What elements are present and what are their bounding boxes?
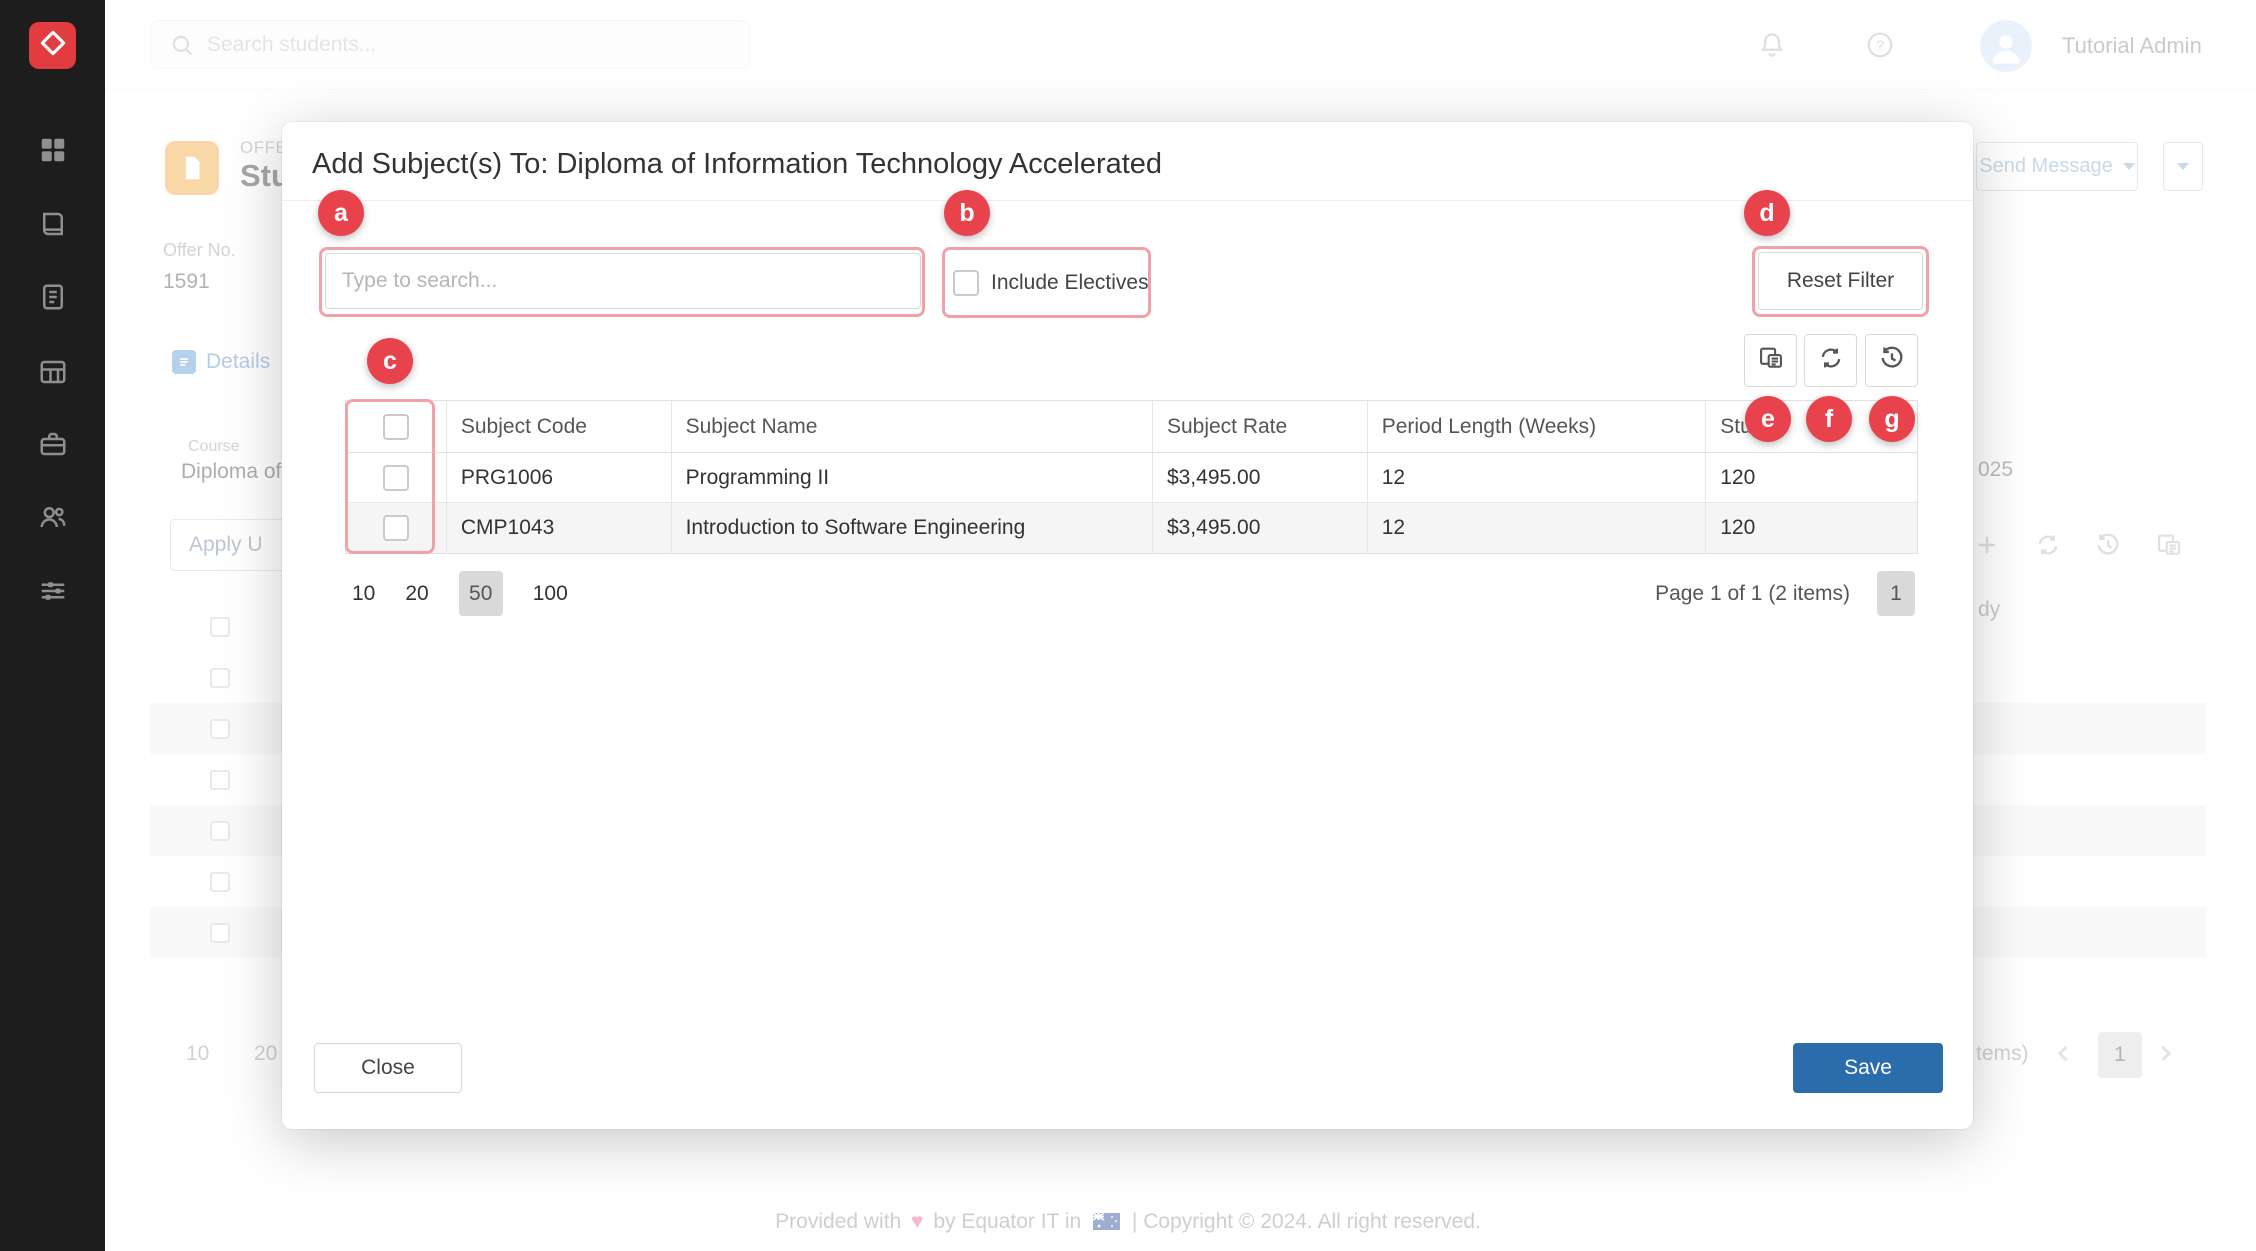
refresh-button[interactable] — [1804, 334, 1857, 387]
annotation-a: a — [318, 190, 364, 236]
subjects-table: Subject Code Subject Name Subject Rate P… — [345, 400, 1918, 554]
page-size-10[interactable]: 10 — [352, 582, 375, 606]
subject-rate-cell: $3,495.00 — [1153, 453, 1368, 502]
history-icon — [1878, 344, 1906, 377]
dashboard-icon — [38, 135, 68, 170]
sidebar-item-tables[interactable] — [36, 357, 70, 391]
highlight-box-c — [345, 399, 435, 554]
document-icon — [38, 282, 68, 317]
sidebar-item-settings[interactable] — [36, 576, 70, 610]
annotation-d: d — [1744, 190, 1790, 236]
sidebar-item-documents[interactable] — [36, 282, 70, 316]
save-button[interactable]: Save — [1793, 1043, 1943, 1093]
subject-name-cell: Programming II — [672, 453, 1153, 502]
page-size-20[interactable]: 20 — [405, 582, 428, 606]
briefcase-icon — [38, 429, 68, 464]
history-button[interactable] — [1865, 334, 1918, 387]
page-number-1[interactable]: 1 — [1877, 571, 1915, 616]
annotation-f: f — [1806, 396, 1852, 442]
annotation-b: b — [944, 190, 990, 236]
column-header-subject-rate[interactable]: Subject Rate — [1153, 401, 1368, 452]
sidebar-item-briefcase[interactable] — [36, 429, 70, 463]
subject-rate-cell: $3,495.00 — [1153, 503, 1368, 553]
table-header-row: Subject Code Subject Name Subject Rate P… — [346, 401, 1917, 453]
highlight-box-a — [319, 247, 925, 317]
subject-name-cell: Introduction to Software Engineering — [672, 503, 1153, 553]
pager: Page 1 of 1 (2 items) 1 — [1655, 571, 1915, 616]
study-hours-cell: 120 — [1706, 453, 1917, 502]
annotation-c: c — [367, 338, 413, 384]
table-row[interactable]: PRG1006 Programming II $3,495.00 12 120 — [346, 453, 1917, 503]
page-summary: Page 1 of 1 (2 items) — [1655, 582, 1850, 606]
screen: ? Tutorial Admin OFFE Stu Offer No. 1591… — [0, 0, 2256, 1251]
period-length-cell: 12 — [1368, 503, 1707, 553]
highlight-box-b — [942, 247, 1151, 318]
highlight-box-d — [1752, 246, 1929, 317]
period-length-cell: 12 — [1368, 453, 1707, 502]
column-chooser-icon — [1757, 344, 1785, 377]
page-size-selector: 10 20 50 100 — [352, 571, 568, 616]
column-header-period-length[interactable]: Period Length (Weeks) — [1368, 401, 1707, 452]
modal-title: Add Subject(s) To: Diploma of Informatio… — [312, 148, 1162, 181]
sidebar-item-dashboard[interactable] — [36, 135, 70, 169]
users-icon — [38, 502, 68, 537]
table-row[interactable]: CMP1043 Introduction to Software Enginee… — [346, 503, 1917, 553]
table-icon — [38, 357, 68, 392]
column-header-subject-name[interactable]: Subject Name — [672, 401, 1153, 452]
close-button[interactable]: Close — [314, 1043, 462, 1093]
annotation-g: g — [1869, 396, 1915, 442]
app-logo[interactable] — [29, 22, 76, 69]
study-hours-cell: 120 — [1706, 503, 1917, 553]
column-header-subject-code[interactable]: Subject Code — [447, 401, 672, 452]
sidebar-item-users[interactable] — [36, 502, 70, 536]
subject-code-cell: CMP1043 — [447, 503, 672, 553]
subject-code-cell: PRG1006 — [447, 453, 672, 502]
sliders-icon — [38, 576, 68, 611]
annotation-e: e — [1745, 396, 1791, 442]
page-size-100[interactable]: 100 — [533, 582, 568, 606]
refresh-icon — [1817, 344, 1845, 377]
modal-title-divider — [282, 200, 1973, 201]
book-icon — [38, 209, 68, 244]
page-size-50-selected[interactable]: 50 — [459, 571, 503, 616]
column-chooser-button[interactable] — [1744, 334, 1797, 387]
logo-diamond-icon — [38, 28, 68, 63]
sidebar-item-library[interactable] — [36, 209, 70, 243]
sidebar — [0, 0, 105, 1251]
